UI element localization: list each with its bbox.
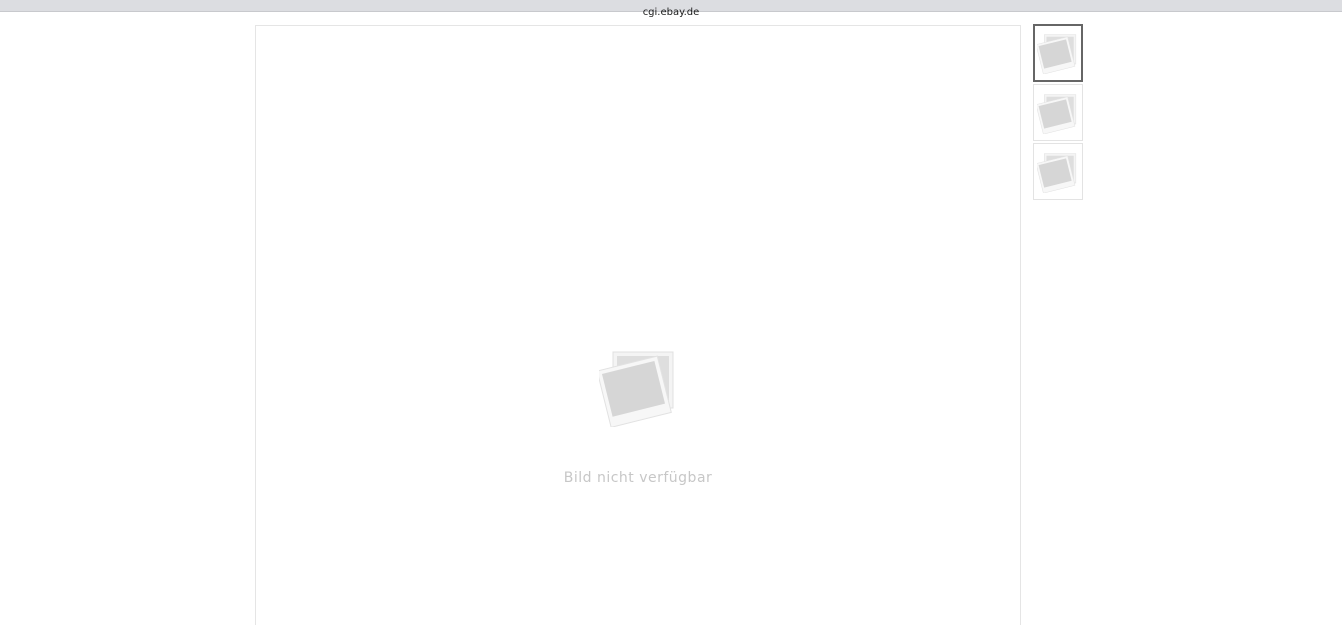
photo-unavailable-icon bbox=[1037, 93, 1077, 134]
thumbnail-2[interactable] bbox=[1033, 84, 1083, 141]
main-image-viewer[interactable]: Bild nicht verfügbar bbox=[255, 25, 1021, 625]
window-title: cgi.ebay.de bbox=[642, 7, 700, 18]
photo-unavailable-icon bbox=[1037, 152, 1077, 193]
thumbnail-1[interactable] bbox=[1033, 24, 1083, 82]
thumbnail-strip bbox=[1033, 24, 1085, 202]
thumbnail-3[interactable] bbox=[1033, 143, 1083, 200]
image-unavailable-label: Bild nicht verfügbar bbox=[563, 470, 713, 486]
photo-unavailable-icon bbox=[599, 351, 674, 427]
photo-unavailable-icon bbox=[1037, 34, 1077, 74]
window-titlebar: cgi.ebay.de bbox=[0, 0, 1342, 18]
